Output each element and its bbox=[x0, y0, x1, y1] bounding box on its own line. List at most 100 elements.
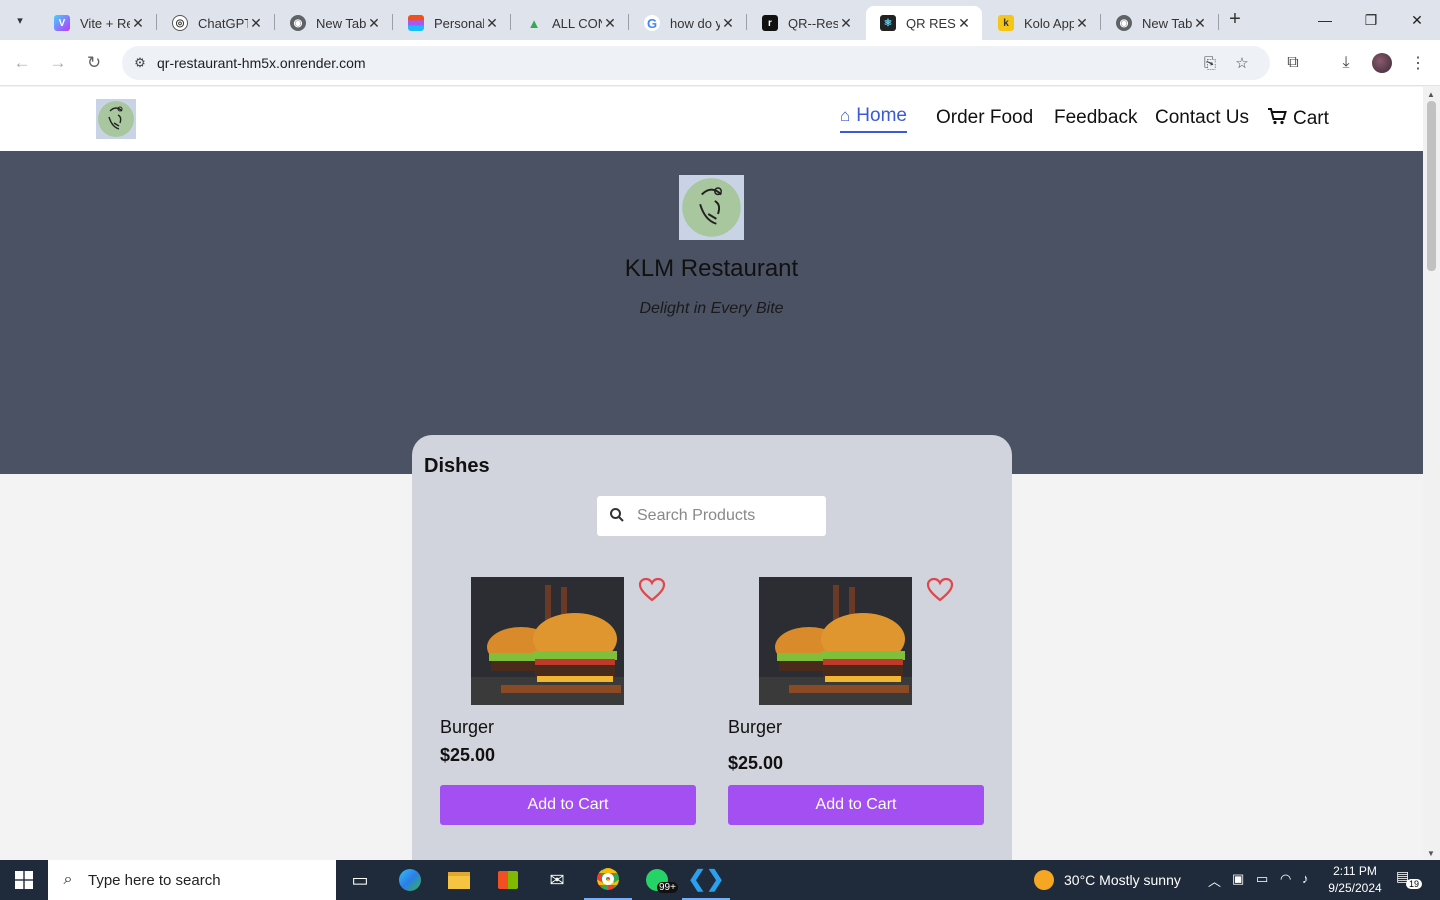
close-icon[interactable]: ✕ bbox=[484, 15, 500, 31]
bookmark-star-icon[interactable]: ☆ bbox=[1232, 53, 1252, 73]
new-tab-button[interactable]: + bbox=[1224, 9, 1246, 31]
page-scrollbar[interactable]: ▲ ▼ bbox=[1423, 87, 1440, 860]
meet-now-icon[interactable]: ▣ bbox=[1232, 871, 1244, 887]
product-card: Burger $25.00 Add to Cart bbox=[728, 577, 984, 837]
nav-contact-us[interactable]: Contact Us bbox=[1155, 107, 1249, 129]
edge-icon[interactable] bbox=[386, 860, 434, 900]
windows-taskbar: ⌕ Type here to search ▭ ✉ 99+ ❮❯ 30°C Mo… bbox=[0, 860, 1440, 900]
cart-icon bbox=[1267, 107, 1287, 130]
favorite-heart-icon[interactable] bbox=[638, 577, 666, 603]
product-name: Burger bbox=[440, 717, 495, 737]
favorite-heart-icon[interactable] bbox=[926, 577, 954, 603]
weather-widget[interactable]: 30°C Mostly sunny bbox=[1034, 870, 1181, 890]
tab-separator bbox=[628, 14, 629, 30]
close-icon[interactable]: ✕ bbox=[1074, 15, 1090, 31]
close-icon[interactable]: ✕ bbox=[130, 15, 146, 31]
close-icon[interactable]: ✕ bbox=[366, 15, 382, 31]
battery-icon[interactable]: ▭ bbox=[1256, 871, 1268, 887]
dishes-heading: Dishes bbox=[424, 455, 490, 477]
restaurant-title: KLM Restaurant bbox=[624, 255, 799, 282]
home-icon: ⌂ bbox=[840, 106, 851, 125]
chrome-icon: ◉ bbox=[1116, 15, 1132, 31]
show-hidden-icons-chevron-icon[interactable]: ︿ bbox=[1208, 871, 1221, 890]
whatsapp-icon[interactable]: 99+ bbox=[633, 860, 681, 900]
scrollbar-thumb[interactable] bbox=[1427, 101, 1436, 271]
volume-icon[interactable]: ♪ bbox=[1302, 871, 1309, 886]
product-search[interactable] bbox=[597, 496, 826, 536]
downloads-icon[interactable]: ⤓ bbox=[1335, 52, 1357, 74]
restore-button[interactable]: ❐ bbox=[1348, 0, 1394, 40]
sun-icon bbox=[1034, 870, 1054, 890]
mail-icon[interactable]: ✉ bbox=[533, 860, 581, 900]
product-card: Burger $25.00 Add to Cart bbox=[440, 577, 696, 837]
nav-feedback[interactable]: Feedback bbox=[1054, 107, 1137, 129]
nav-order-food[interactable]: Order Food bbox=[936, 107, 1033, 129]
close-icon[interactable]: ✕ bbox=[602, 15, 618, 31]
url-text[interactable]: qr-restaurant-hm5x.onrender.com bbox=[157, 55, 366, 71]
tab-separator bbox=[1100, 14, 1101, 30]
drive-icon: ▲ bbox=[527, 15, 541, 31]
nav-home[interactable]: ⌂ Home bbox=[840, 105, 907, 133]
burger-image[interactable] bbox=[471, 577, 624, 705]
close-icon[interactable]: ✕ bbox=[248, 15, 264, 31]
address-bar[interactable]: ⚙ qr-restaurant-hm5x.onrender.com ⎘ ☆ bbox=[122, 46, 1270, 80]
browser-tab[interactable]: k Kolo App ✕ bbox=[984, 6, 1100, 40]
add-to-cart-button[interactable]: Add to Cart bbox=[728, 785, 984, 825]
scroll-up-icon[interactable]: ▲ bbox=[1427, 90, 1435, 99]
browser-tab[interactable]: ◎ ChatGPT ✕ bbox=[158, 6, 274, 40]
microsoft-store-icon[interactable] bbox=[484, 860, 532, 900]
extensions-icon[interactable]: ⧉ bbox=[1282, 52, 1304, 74]
kolo-icon: k bbox=[998, 15, 1014, 31]
browser-tab[interactable]: V Vite + React ✕ bbox=[40, 6, 156, 40]
browser-tab[interactable]: r QR--Restaurant ✕ bbox=[748, 6, 864, 40]
chrome-icon: ◉ bbox=[290, 15, 306, 31]
browser-tab-bar: ▾ V Vite + React ✕ ◎ ChatGPT ✕ ◉ New Tab… bbox=[0, 0, 1440, 40]
tab-separator bbox=[1218, 14, 1219, 30]
nav-cart[interactable]: Cart bbox=[1267, 107, 1329, 130]
browser-tab[interactable]: ◉ New Tab ✕ bbox=[276, 6, 392, 40]
restaurant-logo[interactable] bbox=[96, 99, 136, 139]
tab-separator bbox=[510, 14, 511, 30]
browser-tab[interactable]: G how do you ✕ bbox=[630, 6, 746, 40]
install-app-icon[interactable]: ⎘ bbox=[1200, 53, 1220, 73]
site-settings-icon[interactable]: ⚙ bbox=[130, 53, 150, 73]
product-price: $25.00 bbox=[728, 753, 784, 773]
browser-tab[interactable]: ▲ ALL CONTENT ✕ bbox=[512, 6, 628, 40]
forward-icon[interactable]: → bbox=[47, 52, 69, 74]
tab-separator bbox=[392, 14, 393, 30]
minimize-button[interactable]: — bbox=[1302, 0, 1348, 40]
burger-image[interactable] bbox=[759, 577, 912, 705]
close-window-button[interactable]: ✕ bbox=[1394, 0, 1440, 40]
vscode-icon[interactable]: ❮❯ bbox=[682, 860, 730, 900]
close-icon[interactable]: ✕ bbox=[720, 15, 736, 31]
add-to-cart-button[interactable]: Add to Cart bbox=[440, 785, 696, 825]
file-explorer-icon[interactable] bbox=[435, 860, 483, 900]
browser-tab[interactable]: ◉ New Tab ✕ bbox=[1102, 6, 1218, 40]
close-icon[interactable]: ✕ bbox=[956, 15, 972, 31]
windows-logo-icon bbox=[15, 871, 33, 889]
close-icon[interactable]: ✕ bbox=[838, 15, 854, 31]
notification-center-icon[interactable]: ▤ 19 bbox=[1396, 868, 1423, 892]
browser-tab[interactable]: Personal ✕ bbox=[394, 6, 510, 40]
tab-separator bbox=[274, 14, 275, 30]
tab-separator bbox=[156, 14, 157, 30]
reload-icon[interactable]: ↻ bbox=[83, 52, 105, 74]
hero-banner: KLM Restaurant Delight in Every Bite bbox=[0, 151, 1423, 474]
restaurant-tagline: Delight in Every Bite bbox=[639, 300, 784, 317]
task-view-icon[interactable]: ▭ bbox=[336, 860, 384, 900]
scroll-down-icon[interactable]: ▼ bbox=[1427, 849, 1435, 858]
search-input[interactable] bbox=[637, 504, 817, 528]
start-button[interactable] bbox=[0, 860, 48, 900]
vite-icon: V bbox=[54, 15, 70, 31]
profile-avatar[interactable] bbox=[1372, 53, 1392, 73]
render-icon: r bbox=[762, 15, 778, 31]
kebab-menu-icon[interactable]: ⋮ bbox=[1407, 52, 1429, 74]
close-icon[interactable]: ✕ bbox=[1192, 15, 1208, 31]
taskbar-search[interactable]: ⌕ Type here to search bbox=[48, 860, 336, 900]
back-icon[interactable]: ← bbox=[11, 52, 33, 74]
system-clock[interactable]: 2:11 PM 9/25/2024 bbox=[1322, 863, 1388, 897]
chrome-taskbar-icon[interactable] bbox=[584, 860, 632, 900]
browser-tab-active[interactable]: ⚛ QR RESTAURANT ✕ bbox=[866, 6, 982, 40]
wifi-icon[interactable]: ◠ bbox=[1280, 871, 1291, 887]
tab-search-button[interactable]: ▾ bbox=[8, 8, 32, 32]
